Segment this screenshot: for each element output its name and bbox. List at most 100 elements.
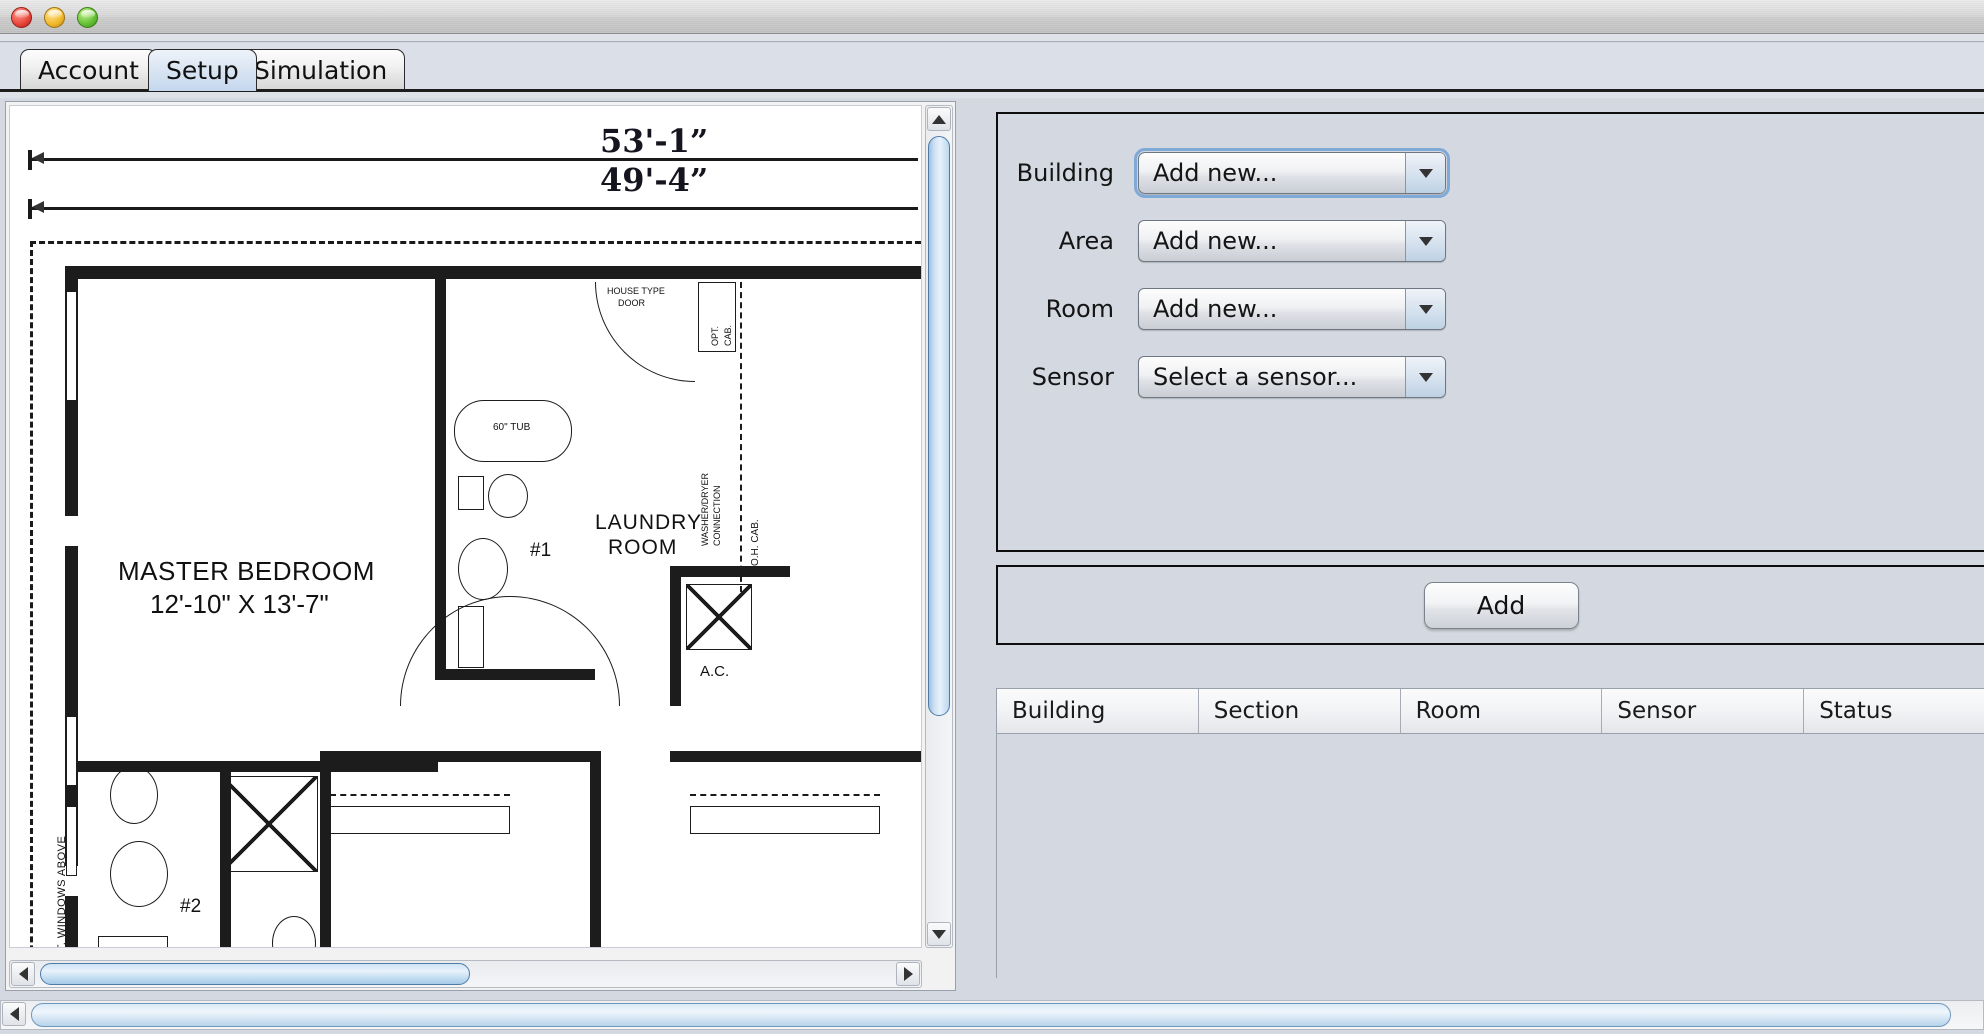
sensor-dropdown[interactable]: Select a sensor... [1138,356,1446,398]
sensor-dropdown-arrow[interactable] [1405,357,1445,397]
sink-shape-2 [110,766,158,824]
table-header-building[interactable]: Building [997,689,1199,733]
area-dropdown[interactable]: Add new... [1138,220,1446,262]
scroll-down-button[interactable] [927,922,951,946]
form-row-building: Building Add new... [998,148,1984,198]
ac-label: A.C. [700,663,730,680]
tab-setup[interactable]: Setup [148,49,257,91]
floorplan-vertical-scrollbar[interactable] [925,105,953,948]
bathroom-2-label: #2 [180,896,202,917]
area-dropdown-value: Add new... [1153,227,1278,255]
floorplan-horizontal-scrollbar[interactable] [9,960,922,988]
dimension-arrow-inner [32,201,44,213]
closet-shelf-2 [690,794,880,796]
chevron-left-icon [18,967,28,981]
chevron-down-icon [1418,236,1433,246]
washer-dryer-label-1: WASHER/DRYER [700,472,710,546]
add-button-label: Add [1476,590,1526,620]
toilet-shape-2 [272,916,316,947]
dimension-line-inner [28,207,918,210]
scroll-left-button[interactable] [11,962,35,986]
chevron-down-icon [1418,304,1433,314]
building-dropdown-value: Add new... [1153,159,1278,187]
floorplan-image: 53'-1” 49'-4” OPT. RECT. WINDOWS ABOVE M… [10,106,921,948]
window-scroll-left-button[interactable] [2,1002,26,1026]
floorplan-viewport[interactable]: 53'-1” 49'-4” OPT. RECT. WINDOWS ABOVE M… [9,105,922,948]
action-panel: Add [996,565,1984,645]
opt-cab-label-2: CAB. [723,324,733,346]
building-dropdown[interactable]: Add new... [1134,148,1450,198]
room-label-laundry-2: ROOM [608,536,678,559]
chevron-right-icon [903,967,913,981]
building-label: Building [1016,159,1114,187]
room-size-master-bedroom: 12'-10" X 13'-7" [150,589,329,619]
maximize-button-gloss [81,10,95,18]
window-horizontal-scrollbar-thumb[interactable] [31,1003,1951,1027]
table-header-section[interactable]: Section [1198,689,1401,733]
room-label-laundry: LAUNDRY [595,511,702,534]
closet-rod-1 [330,806,510,834]
interior-wall-lower-3 [320,751,331,947]
chevron-down-icon [932,929,946,939]
washer-dryer-label-2: CONNECTION [712,485,722,547]
ac-closet-wall-left [670,566,681,706]
linen-closet-shape [98,936,168,947]
minimize-button-gloss [48,10,62,18]
sensor-label: Sensor [1031,363,1114,391]
window-left-2 [66,716,77,786]
tub-label: 60" TUB [493,422,531,433]
table-header-sensor[interactable]: Sensor [1602,689,1805,733]
tab-account[interactable]: Account [20,49,157,91]
door-swing-arc [595,282,695,382]
building-dropdown-arrow[interactable] [1405,153,1445,193]
oh-cab-dashed-line [740,282,742,592]
tab-underline-shadow [0,92,1984,98]
table-header-row: Building Section Room Sensor Status [997,689,1984,734]
interior-wall-lower-1 [78,761,328,772]
exterior-wall-top [65,266,921,279]
room-dropdown-arrow[interactable] [1405,289,1445,329]
room-dropdown[interactable]: Add new... [1138,288,1446,330]
interior-wall-lower-5 [320,751,600,762]
opt-windows-note: OPT. RECT. WINDOWS ABOVE [56,835,68,948]
scroll-up-button[interactable] [927,107,951,131]
add-button[interactable]: Add [1423,581,1579,629]
table-header-room[interactable]: Room [1400,689,1603,733]
property-outline-top [30,241,921,244]
oh-cab-label: O.H. CAB. [750,519,761,566]
close-button-gloss [15,10,29,18]
room-dropdown-value: Add new... [1153,295,1278,323]
dimension-arrow-outer [32,152,44,164]
form-row-area: Area Add new... [998,220,1984,262]
shower-cross [222,776,318,872]
window-horizontal-scrollbar[interactable] [0,1000,1984,1030]
form-row-sensor: Sensor Select a sensor... [998,356,1984,398]
house-type-door-label-1: HOUSE TYPE [607,286,665,296]
sensors-table-panel: Building Section Room Sensor Status [996,688,1984,978]
minimize-window-button[interactable] [44,7,65,28]
vanity-shape-1 [458,476,484,510]
table-body-empty[interactable] [997,734,1984,978]
sink-shape-3 [110,841,168,907]
door-swing-hall-1 [400,596,510,706]
room-label: Room [1045,295,1114,323]
tab-simulation-label: Simulation [254,56,388,85]
tab-simulation[interactable]: Simulation [236,49,406,91]
dimension-line-outer [28,158,918,161]
ac-unit-cross [686,584,752,650]
area-dropdown-arrow[interactable] [1405,221,1445,261]
vertical-scrollbar-thumb[interactable] [928,136,950,716]
toilet-shape-1 [488,474,528,518]
table-header-status[interactable]: Status [1804,689,1984,733]
closet-rod-2 [690,806,880,834]
horizontal-scrollbar-thumb[interactable] [40,963,470,985]
house-type-door-label-2: DOOR [618,298,645,308]
maximize-window-button[interactable] [77,7,98,28]
chevron-down-icon [1418,372,1433,382]
interior-wall-lower-4 [590,751,601,947]
dimension-label-outer: 53'-1” [600,122,709,160]
close-window-button[interactable] [11,7,32,28]
floorplan-panel: 53'-1” 49'-4” OPT. RECT. WINDOWS ABOVE M… [5,101,956,991]
chevron-down-icon [1418,168,1433,178]
scroll-right-button[interactable] [896,962,920,986]
